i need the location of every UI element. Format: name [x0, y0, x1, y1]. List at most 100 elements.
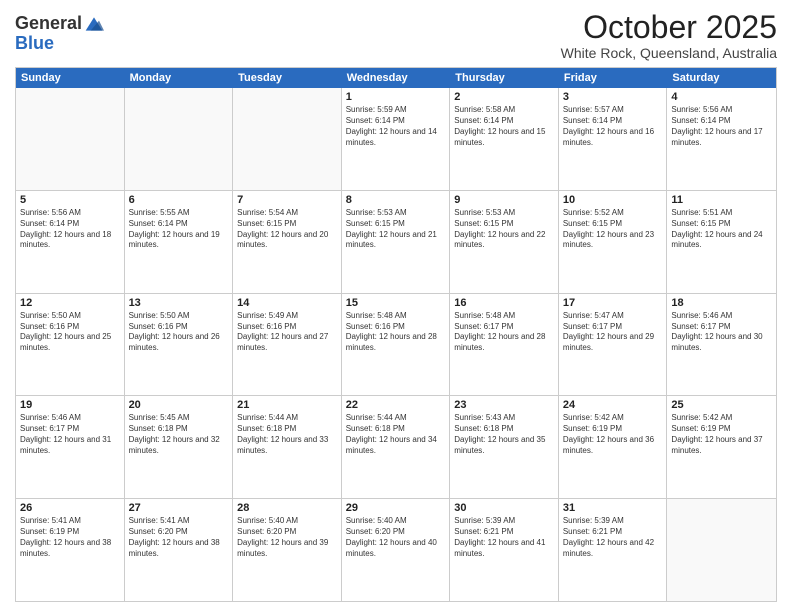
cell-info: Sunrise: 5:53 AM Sunset: 6:15 PM Dayligh… [346, 208, 446, 251]
day-number: 14 [237, 297, 337, 309]
calendar-cell-w3-d7: 18 Sunrise: 5:46 AM Sunset: 6:17 PM Dayli… [667, 294, 776, 396]
cell-info: Sunrise: 5:58 AM Sunset: 6:14 PM Dayligh… [454, 105, 554, 148]
cell-info: Sunrise: 5:45 AM Sunset: 6:18 PM Dayligh… [129, 413, 229, 456]
calendar-cell-w5-d1: 26 Sunrise: 5:41 AM Sunset: 6:19 PM Dayli… [16, 499, 125, 601]
day-number: 29 [346, 502, 446, 514]
cell-info: Sunrise: 5:54 AM Sunset: 6:15 PM Dayligh… [237, 208, 337, 251]
cell-info: Sunrise: 5:53 AM Sunset: 6:15 PM Dayligh… [454, 208, 554, 251]
day-number: 30 [454, 502, 554, 514]
day-number: 20 [129, 399, 229, 411]
calendar-cell-w5-d3: 28 Sunrise: 5:40 AM Sunset: 6:20 PM Dayli… [233, 499, 342, 601]
day-number: 28 [237, 502, 337, 514]
calendar-cell-w3-d4: 15 Sunrise: 5:48 AM Sunset: 6:16 PM Dayli… [342, 294, 451, 396]
day-number: 12 [20, 297, 120, 309]
cell-info: Sunrise: 5:49 AM Sunset: 6:16 PM Dayligh… [237, 311, 337, 354]
cell-info: Sunrise: 5:56 AM Sunset: 6:14 PM Dayligh… [20, 208, 120, 251]
calendar-cell-w1-d1 [16, 88, 125, 190]
header-saturday: Saturday [667, 68, 776, 88]
calendar-cell-w2-d6: 10 Sunrise: 5:52 AM Sunset: 6:15 PM Dayli… [559, 191, 668, 293]
calendar-cell-w5-d7 [667, 499, 776, 601]
day-number: 22 [346, 399, 446, 411]
calendar-cell-w1-d3 [233, 88, 342, 190]
cell-info: Sunrise: 5:41 AM Sunset: 6:19 PM Dayligh… [20, 516, 120, 559]
cell-info: Sunrise: 5:41 AM Sunset: 6:20 PM Dayligh… [129, 516, 229, 559]
day-number: 23 [454, 399, 554, 411]
day-number: 18 [671, 297, 772, 309]
day-number: 11 [671, 194, 772, 206]
day-number: 26 [20, 502, 120, 514]
cell-info: Sunrise: 5:42 AM Sunset: 6:19 PM Dayligh… [671, 413, 772, 456]
calendar-cell-w3-d2: 13 Sunrise: 5:50 AM Sunset: 6:16 PM Dayli… [125, 294, 234, 396]
day-number: 6 [129, 194, 229, 206]
day-number: 10 [563, 194, 663, 206]
logo-icon [84, 14, 104, 34]
calendar-week-5: 26 Sunrise: 5:41 AM Sunset: 6:19 PM Dayli… [16, 499, 776, 601]
calendar-cell-w4-d7: 25Sunrise: 5:42 AM Sunset: 6:19 PM Dayli… [667, 396, 776, 498]
cell-info: Sunrise: 5:44 AM Sunset: 6:18 PM Dayligh… [346, 413, 446, 456]
calendar-cell-w4-d4: 22 Sunrise: 5:44 AM Sunset: 6:18 PM Dayli… [342, 396, 451, 498]
calendar-cell-w1-d5: 2 Sunrise: 5:58 AM Sunset: 6:14 PM Daylig… [450, 88, 559, 190]
calendar-week-2: 5 Sunrise: 5:56 AM Sunset: 6:14 PM Daylig… [16, 191, 776, 294]
day-number: 5 [20, 194, 120, 206]
calendar-cell-w2-d5: 9Sunrise: 5:53 AM Sunset: 6:15 PM Daylig… [450, 191, 559, 293]
day-number: 31 [563, 502, 663, 514]
header-monday: Monday [125, 68, 234, 88]
header: General Blue October 2025 White Rock, Qu… [15, 10, 777, 61]
day-number: 2 [454, 91, 554, 103]
page: General Blue October 2025 White Rock, Qu… [0, 0, 792, 612]
calendar-cell-w3-d3: 14 Sunrise: 5:49 AM Sunset: 6:16 PM Dayli… [233, 294, 342, 396]
cell-info: Sunrise: 5:50 AM Sunset: 6:16 PM Dayligh… [20, 311, 120, 354]
header-thursday: Thursday [450, 68, 559, 88]
cell-info: Sunrise: 5:44 AM Sunset: 6:18 PM Dayligh… [237, 413, 337, 456]
calendar-cell-w5-d5: 30Sunrise: 5:39 AM Sunset: 6:21 PM Dayli… [450, 499, 559, 601]
day-number: 17 [563, 297, 663, 309]
logo: General Blue [15, 14, 104, 54]
cell-info: Sunrise: 5:42 AM Sunset: 6:19 PM Dayligh… [563, 413, 663, 456]
calendar: Sunday Monday Tuesday Wednesday Thursday… [15, 67, 777, 602]
calendar-cell-w1-d4: 1Sunrise: 5:59 AM Sunset: 6:14 PM Daylig… [342, 88, 451, 190]
calendar-cell-w4-d2: 20 Sunrise: 5:45 AM Sunset: 6:18 PM Dayli… [125, 396, 234, 498]
cell-info: Sunrise: 5:46 AM Sunset: 6:17 PM Dayligh… [671, 311, 772, 354]
calendar-cell-w2-d4: 8 Sunrise: 5:53 AM Sunset: 6:15 PM Daylig… [342, 191, 451, 293]
calendar-cell-w4-d5: 23Sunrise: 5:43 AM Sunset: 6:18 PM Dayli… [450, 396, 559, 498]
day-number: 8 [346, 194, 446, 206]
header-friday: Friday [559, 68, 668, 88]
cell-info: Sunrise: 5:40 AM Sunset: 6:20 PM Dayligh… [237, 516, 337, 559]
calendar-cell-w2-d3: 7Sunrise: 5:54 AM Sunset: 6:15 PM Daylig… [233, 191, 342, 293]
cell-info: Sunrise: 5:55 AM Sunset: 6:14 PM Dayligh… [129, 208, 229, 251]
day-number: 21 [237, 399, 337, 411]
cell-info: Sunrise: 5:40 AM Sunset: 6:20 PM Dayligh… [346, 516, 446, 559]
calendar-week-3: 12 Sunrise: 5:50 AM Sunset: 6:16 PM Dayli… [16, 294, 776, 397]
calendar-cell-w4-d3: 21 Sunrise: 5:44 AM Sunset: 6:18 PM Dayli… [233, 396, 342, 498]
calendar-cell-w3-d5: 16Sunrise: 5:48 AM Sunset: 6:17 PM Dayli… [450, 294, 559, 396]
header-wednesday: Wednesday [342, 68, 451, 88]
day-number: 16 [454, 297, 554, 309]
calendar-body: 1Sunrise: 5:59 AM Sunset: 6:14 PM Daylig… [16, 88, 776, 601]
logo-general-text: General [15, 14, 82, 34]
logo-blue-text: Blue [15, 34, 104, 54]
calendar-cell-w1-d2 [125, 88, 234, 190]
day-number: 13 [129, 297, 229, 309]
cell-info: Sunrise: 5:47 AM Sunset: 6:17 PM Dayligh… [563, 311, 663, 354]
calendar-cell-w1-d7: 4 Sunrise: 5:56 AM Sunset: 6:14 PM Daylig… [667, 88, 776, 190]
calendar-cell-w5-d4: 29 Sunrise: 5:40 AM Sunset: 6:20 PM Dayli… [342, 499, 451, 601]
calendar-cell-w4-d1: 19Sunrise: 5:46 AM Sunset: 6:17 PM Dayli… [16, 396, 125, 498]
cell-info: Sunrise: 5:52 AM Sunset: 6:15 PM Dayligh… [563, 208, 663, 251]
cell-info: Sunrise: 5:39 AM Sunset: 6:21 PM Dayligh… [563, 516, 663, 559]
month-title: October 2025 [561, 10, 777, 45]
day-number: 4 [671, 91, 772, 103]
day-number: 1 [346, 91, 446, 103]
calendar-week-4: 19Sunrise: 5:46 AM Sunset: 6:17 PM Dayli… [16, 396, 776, 499]
title-block: October 2025 White Rock, Queensland, Aus… [561, 10, 777, 61]
calendar-week-1: 1Sunrise: 5:59 AM Sunset: 6:14 PM Daylig… [16, 88, 776, 191]
cell-info: Sunrise: 5:50 AM Sunset: 6:16 PM Dayligh… [129, 311, 229, 354]
calendar-cell-w2-d7: 11Sunrise: 5:51 AM Sunset: 6:15 PM Dayli… [667, 191, 776, 293]
calendar-cell-w3-d1: 12 Sunrise: 5:50 AM Sunset: 6:16 PM Dayli… [16, 294, 125, 396]
calendar-cell-w4-d6: 24 Sunrise: 5:42 AM Sunset: 6:19 PM Dayli… [559, 396, 668, 498]
calendar-cell-w3-d6: 17 Sunrise: 5:47 AM Sunset: 6:17 PM Dayli… [559, 294, 668, 396]
day-number: 27 [129, 502, 229, 514]
cell-info: Sunrise: 5:56 AM Sunset: 6:14 PM Dayligh… [671, 105, 772, 148]
cell-info: Sunrise: 5:48 AM Sunset: 6:16 PM Dayligh… [346, 311, 446, 354]
day-number: 24 [563, 399, 663, 411]
day-number: 15 [346, 297, 446, 309]
